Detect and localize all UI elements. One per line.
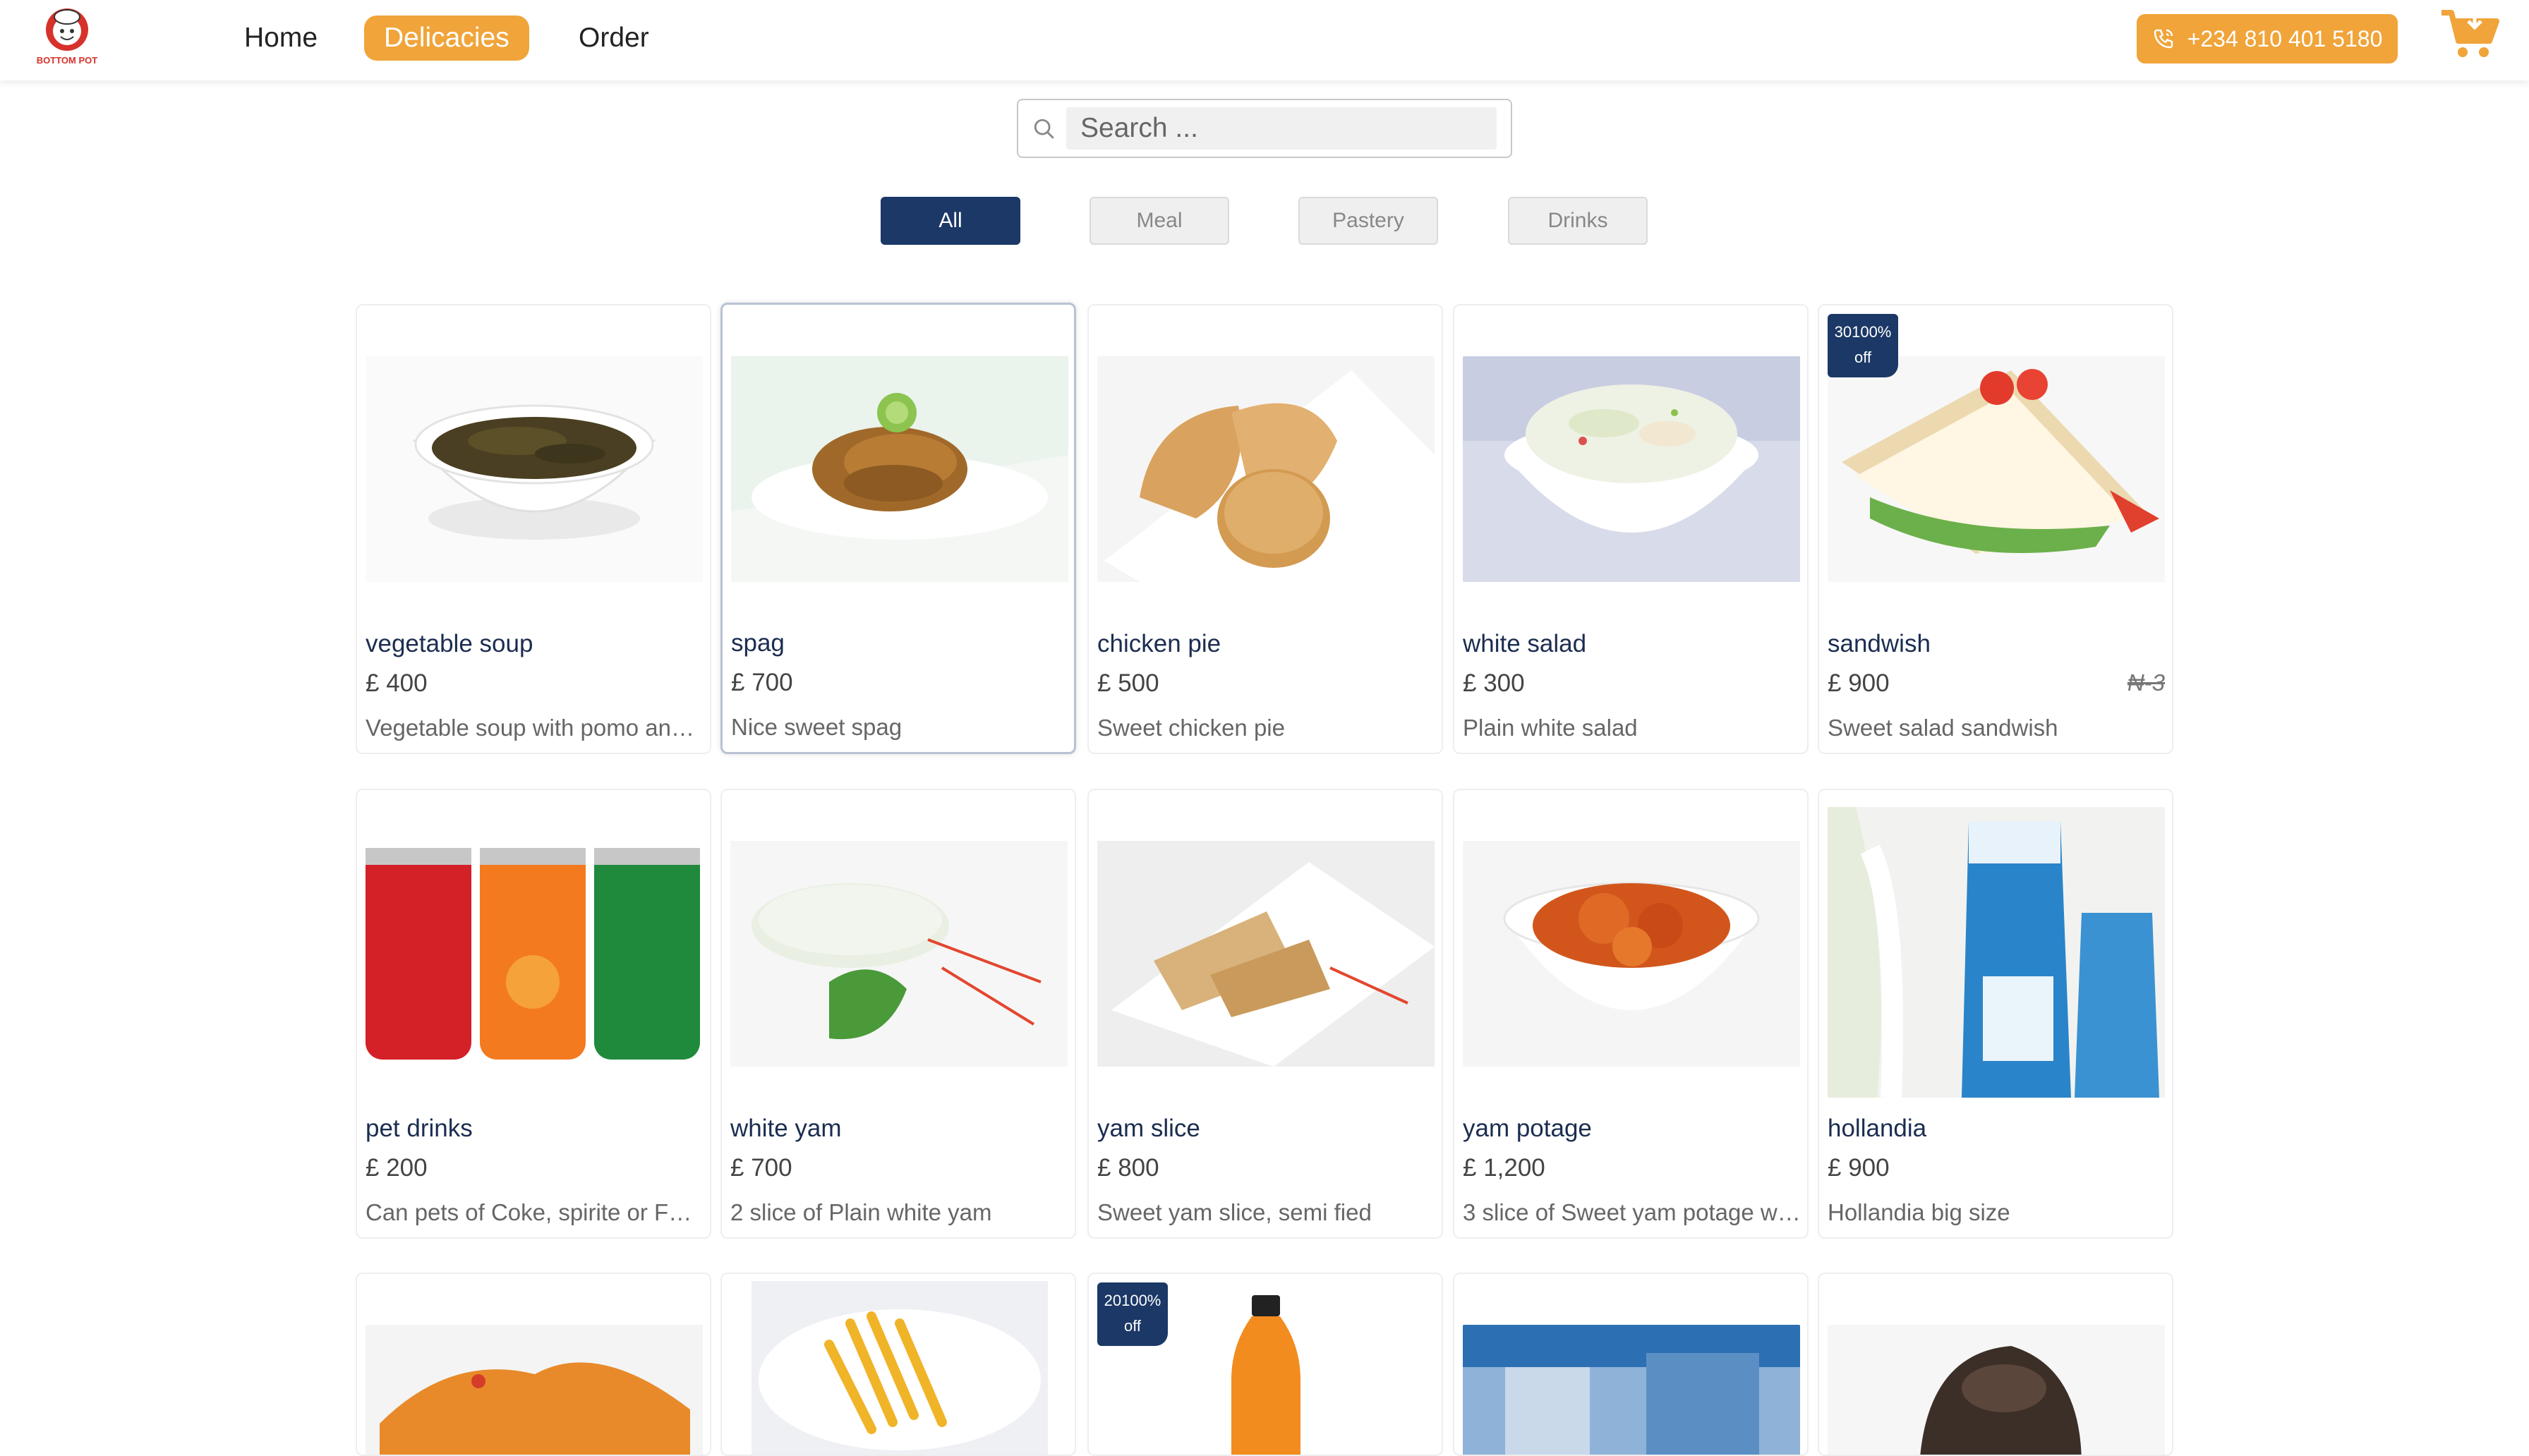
product-card-hollandia[interactable]: hollandia £ 900 Hollandia big size — [1818, 789, 2173, 1239]
product-card-spag[interactable]: spag £ 700 Nice sweet spag — [720, 303, 1076, 754]
svg-text:BOTTOM POT: BOTTOM POT — [37, 55, 97, 66]
product-description: Nice sweet spag — [731, 714, 903, 740]
top-navbar: BOTTOM POT Home Delicacies Order +234 81… — [0, 0, 2529, 80]
product-price: £ 700 — [731, 669, 793, 696]
product-card-yam-potage[interactable]: yam potage £ 1,200 3 slice of Sweet yam … — [1453, 789, 1809, 1239]
product-image — [730, 1281, 1068, 1455]
product-image — [730, 841, 1068, 1067]
product-title: spag — [731, 629, 785, 657]
search-box — [1017, 99, 1512, 158]
product-title: yam slice — [1097, 1115, 1200, 1142]
product-image — [1463, 356, 1800, 582]
product-price: £ 400 — [366, 669, 428, 697]
product-card-sandwish[interactable]: 30100% off sandwish £ 900 ₦-3 Sweet sala… — [1818, 304, 2173, 754]
product-image — [366, 1325, 703, 1455]
filter-pastery[interactable]: Pastery — [1298, 197, 1438, 245]
product-price: £ 1,200 — [1463, 1154, 1545, 1182]
nav-order[interactable]: Order — [559, 16, 669, 61]
product-price: £ 800 — [1097, 1154, 1159, 1182]
product-card-white-salad[interactable]: white salad £ 300 Plain white salad — [1453, 304, 1809, 754]
product-card-chicken-pie[interactable]: chicken pie £ 500 Sweet chicken pie — [1087, 304, 1443, 754]
product-card-partial-1[interactable] — [356, 1273, 711, 1456]
product-image — [1828, 356, 2165, 582]
product-description: Sweet salad sandwish — [1828, 715, 2058, 741]
product-image — [1463, 841, 1800, 1067]
product-title: pet drinks — [366, 1115, 473, 1142]
product-card-pet-drinks[interactable]: pet drinks £ 200 Can pets of Coke, spiri… — [356, 789, 711, 1239]
filter-meal[interactable]: Meal — [1090, 197, 1229, 245]
filter-all[interactable]: All — [881, 197, 1020, 245]
product-price: £ 300 — [1463, 669, 1525, 697]
product-image — [1463, 1325, 1800, 1455]
product-description: Vegetable soup with pomo and fish — [366, 715, 704, 741]
product-title: sandwish — [1828, 630, 1931, 657]
product-title: hollandia — [1828, 1115, 1927, 1142]
product-price: £ 500 — [1097, 669, 1159, 697]
nav-delicacies[interactable]: Delicacies — [364, 16, 529, 61]
product-description: 2 slice of Plain white yam — [730, 1199, 992, 1225]
product-image — [1828, 1325, 2165, 1455]
filter-drinks[interactable]: Drinks — [1508, 197, 1648, 245]
product-card-vegetable-soup[interactable]: vegetable soup £ 400 Vegetable soup with… — [356, 304, 711, 754]
discount-badge: 30100% off — [1828, 314, 1898, 377]
search-icon — [1034, 119, 1054, 139]
product-description: 3 slice of Sweet yam potage with fish — [1463, 1199, 1801, 1225]
nav-home[interactable]: Home — [224, 16, 337, 61]
product-title: white yam — [730, 1115, 842, 1142]
product-description: Plain white salad — [1463, 715, 1638, 741]
cart-icon[interactable] — [2439, 7, 2501, 61]
phone-button[interactable]: +234 810 401 5180 — [2137, 14, 2398, 63]
product-description: Hollandia big size — [1828, 1199, 2010, 1225]
product-description: Sweet chicken pie — [1097, 715, 1285, 741]
product-description: Sweet yam slice, semi fied — [1097, 1199, 1372, 1225]
product-card-partial-4[interactable] — [1453, 1273, 1809, 1456]
discount-badge: 20100% off — [1097, 1282, 1168, 1346]
product-price: £ 900 — [1828, 669, 1890, 697]
product-price: £ 700 — [730, 1154, 792, 1182]
phone-icon — [2154, 29, 2173, 49]
product-image — [366, 356, 703, 582]
product-price: £ 900 — [1828, 1154, 1890, 1182]
product-title: vegetable soup — [366, 630, 533, 657]
product-image — [731, 356, 1068, 582]
product-card-partial-2[interactable] — [720, 1273, 1076, 1456]
product-image — [1097, 356, 1435, 582]
product-title: yam potage — [1463, 1115, 1592, 1142]
product-description: Can pets of Coke, spirite or Fanta — [366, 1199, 704, 1225]
product-card-white-yam[interactable]: white yam £ 700 2 slice of Plain white y… — [720, 789, 1076, 1239]
product-image — [1097, 841, 1435, 1067]
product-title: white salad — [1463, 630, 1587, 657]
product-card-partial-3[interactable]: 20100% off — [1087, 1273, 1443, 1456]
bottom-pot-logo[interactable]: BOTTOM POT — [27, 4, 107, 73]
product-price: £ 200 — [366, 1154, 428, 1182]
product-old-price: ₦-3 — [2127, 669, 2165, 696]
product-title: chicken pie — [1097, 630, 1221, 657]
product-image — [1828, 807, 2165, 1098]
product-card-yam-slice[interactable]: yam slice £ 800 Sweet yam slice, semi fi… — [1087, 789, 1443, 1239]
search-input[interactable] — [1066, 107, 1497, 150]
product-image — [366, 841, 703, 1067]
phone-number: +234 810 401 5180 — [2187, 25, 2383, 51]
product-card-partial-5[interactable] — [1818, 1273, 2173, 1456]
